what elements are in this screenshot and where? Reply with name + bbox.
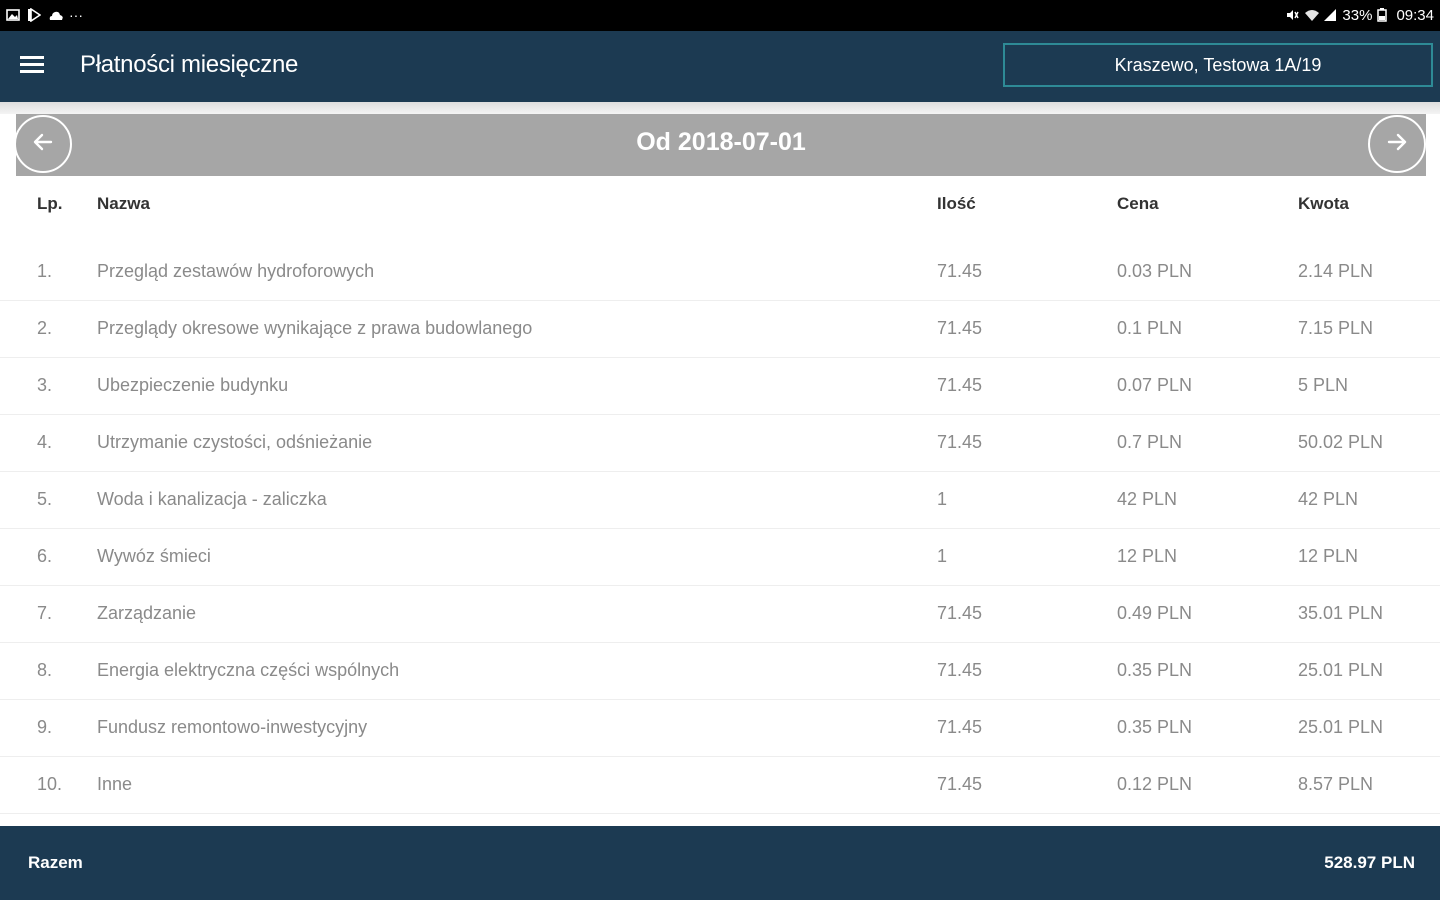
table-row: 10. Inne 71.45 0.12 PLN 8.57 PLN [0, 757, 1440, 814]
more-dots-icon: ··· [69, 7, 83, 23]
gallery-icon [6, 8, 20, 22]
cell-lp: 4. [37, 432, 53, 452]
play-store-icon [27, 8, 41, 22]
table-row: 2. Przeglądy okresowe wynikające z prawa… [0, 301, 1440, 358]
table-row: 3. Ubezpieczenie budynku 71.45 0.07 PLN … [0, 358, 1440, 415]
cell-price: 0.12 PLN [1117, 774, 1193, 794]
cell-lp: 5. [37, 489, 53, 509]
cell-qty: 71.45 [937, 603, 983, 623]
header-amount: Kwota [1298, 194, 1349, 213]
cell-name: Woda i kanalizacja - zaliczka [97, 489, 327, 509]
cell-qty: 71.45 [937, 261, 983, 281]
cell-price: 0.35 PLN [1117, 660, 1193, 680]
cell-name: Przeglądy okresowe wynikające z prawa bu… [97, 318, 533, 338]
cell-price: 12 PLN [1117, 546, 1178, 566]
cell-qty: 71.45 [937, 432, 983, 452]
arrow-right-icon [1385, 130, 1409, 159]
cell-qty: 1 [937, 489, 948, 509]
cell-amount: 25.01 PLN [1298, 717, 1384, 737]
signal-icon [1323, 8, 1337, 22]
table-row: 7. Zarządzanie 71.45 0.49 PLN 35.01 PLN [0, 586, 1440, 643]
menu-button[interactable] [20, 53, 50, 79]
cell-name: Zarządzanie [97, 603, 197, 623]
cell-name: Przegląd zestawów hydroforowych [97, 261, 375, 281]
table-row: 5. Woda i kanalizacja - zaliczka 1 42 PL… [0, 472, 1440, 529]
cell-qty: 71.45 [937, 774, 983, 794]
status-left-icons: ··· [6, 4, 83, 26]
cloud-icon [48, 8, 63, 22]
cell-lp: 3. [37, 375, 53, 395]
battery-icon [1377, 8, 1391, 22]
header-lp: Lp. [37, 194, 63, 213]
cell-name: Energia elektryczna części wspólnych [97, 660, 400, 680]
cell-name: Ubezpieczenie budynku [97, 375, 289, 395]
table-row: 4. Utrzymanie czystości, odśnieżanie 71.… [0, 415, 1440, 472]
cell-lp: 9. [37, 717, 53, 737]
table-row: 1. Przegląd zestawów hydroforowych 71.45… [0, 244, 1440, 301]
previous-period-button[interactable] [14, 115, 72, 173]
cell-amount: 8.57 PLN [1298, 774, 1374, 794]
table-body: 1. Przegląd zestawów hydroforowych 71.45… [0, 244, 1440, 814]
cell-lp: 10. [37, 774, 63, 794]
cell-amount: 2.14 PLN [1298, 261, 1374, 281]
status-right: 33% 09:34 [1285, 4, 1434, 26]
cell-qty: 1 [937, 546, 948, 566]
cell-name: Inne [97, 774, 133, 794]
cell-lp: 7. [37, 603, 53, 623]
cell-price: 0.07 PLN [1117, 375, 1193, 395]
cell-qty: 71.45 [937, 660, 983, 680]
arrow-left-icon [31, 130, 55, 159]
hamburger-icon-line [20, 70, 44, 73]
address-selector-button[interactable]: Kraszewo, Testowa 1A/19 [1003, 43, 1433, 87]
hamburger-icon [20, 56, 44, 59]
total-label: Razem [28, 853, 83, 872]
battery-percent: 33% [1342, 6, 1373, 24]
cell-qty: 71.45 [937, 717, 983, 737]
total-footer: Razem 528.97 PLN [0, 826, 1440, 900]
cell-lp: 6. [37, 546, 53, 566]
app-bar: Płatności miesięczne Kraszewo, Testowa 1… [0, 31, 1440, 102]
table-header: Lp. Nazwa Ilość Cena Kwota [0, 194, 1440, 224]
header-qty: Ilość [937, 194, 976, 213]
cell-name: Utrzymanie czystości, odśnieżanie [97, 432, 373, 452]
period-label: Od 2018-07-01 [636, 128, 806, 156]
cell-lp: 1. [37, 261, 53, 281]
clock: 09:34 [1396, 6, 1434, 24]
cell-amount: 7.15 PLN [1298, 318, 1374, 338]
cell-amount: 5 PLN [1298, 375, 1349, 395]
period-bar: Od 2018-07-01 [16, 114, 1426, 176]
cell-lp: 8. [37, 660, 53, 680]
table-row: 6. Wywóz śmieci 1 12 PLN 12 PLN [0, 529, 1440, 586]
status-bar: ··· 33% 09:34 [0, 0, 1440, 31]
cell-amount: 42 PLN [1298, 489, 1359, 509]
cell-price: 0.35 PLN [1117, 717, 1193, 737]
header-price: Cena [1117, 194, 1159, 213]
header-name: Nazwa [97, 194, 150, 213]
cell-amount: 35.01 PLN [1298, 603, 1384, 623]
cell-qty: 71.45 [937, 318, 983, 338]
page-title: Płatności miesięczne [80, 51, 299, 78]
cell-price: 0.7 PLN [1117, 432, 1183, 452]
cell-lp: 2. [37, 318, 53, 338]
next-period-button[interactable] [1368, 115, 1426, 173]
cell-price: 42 PLN [1117, 489, 1178, 509]
cell-amount: 25.01 PLN [1298, 660, 1384, 680]
cell-name: Fundusz remontowo-inwestycyjny [97, 717, 368, 737]
mute-icon [1285, 8, 1300, 22]
cell-price: 0.49 PLN [1117, 603, 1193, 623]
cell-amount: 50.02 PLN [1298, 432, 1384, 452]
hamburger-icon-line [20, 63, 44, 66]
cell-price: 0.03 PLN [1117, 261, 1193, 281]
table-row: 9. Fundusz remontowo-inwestycyjny 71.45 … [0, 700, 1440, 757]
table-row: 8. Energia elektryczna części wspólnych … [0, 643, 1440, 700]
cell-qty: 71.45 [937, 375, 983, 395]
cell-price: 0.1 PLN [1117, 318, 1183, 338]
cell-amount: 12 PLN [1298, 546, 1359, 566]
total-amount: 528.97 PLN [1324, 853, 1415, 872]
cell-name: Wywóz śmieci [97, 546, 211, 566]
wifi-icon [1304, 8, 1320, 22]
appbar-shadow [0, 102, 1440, 114]
